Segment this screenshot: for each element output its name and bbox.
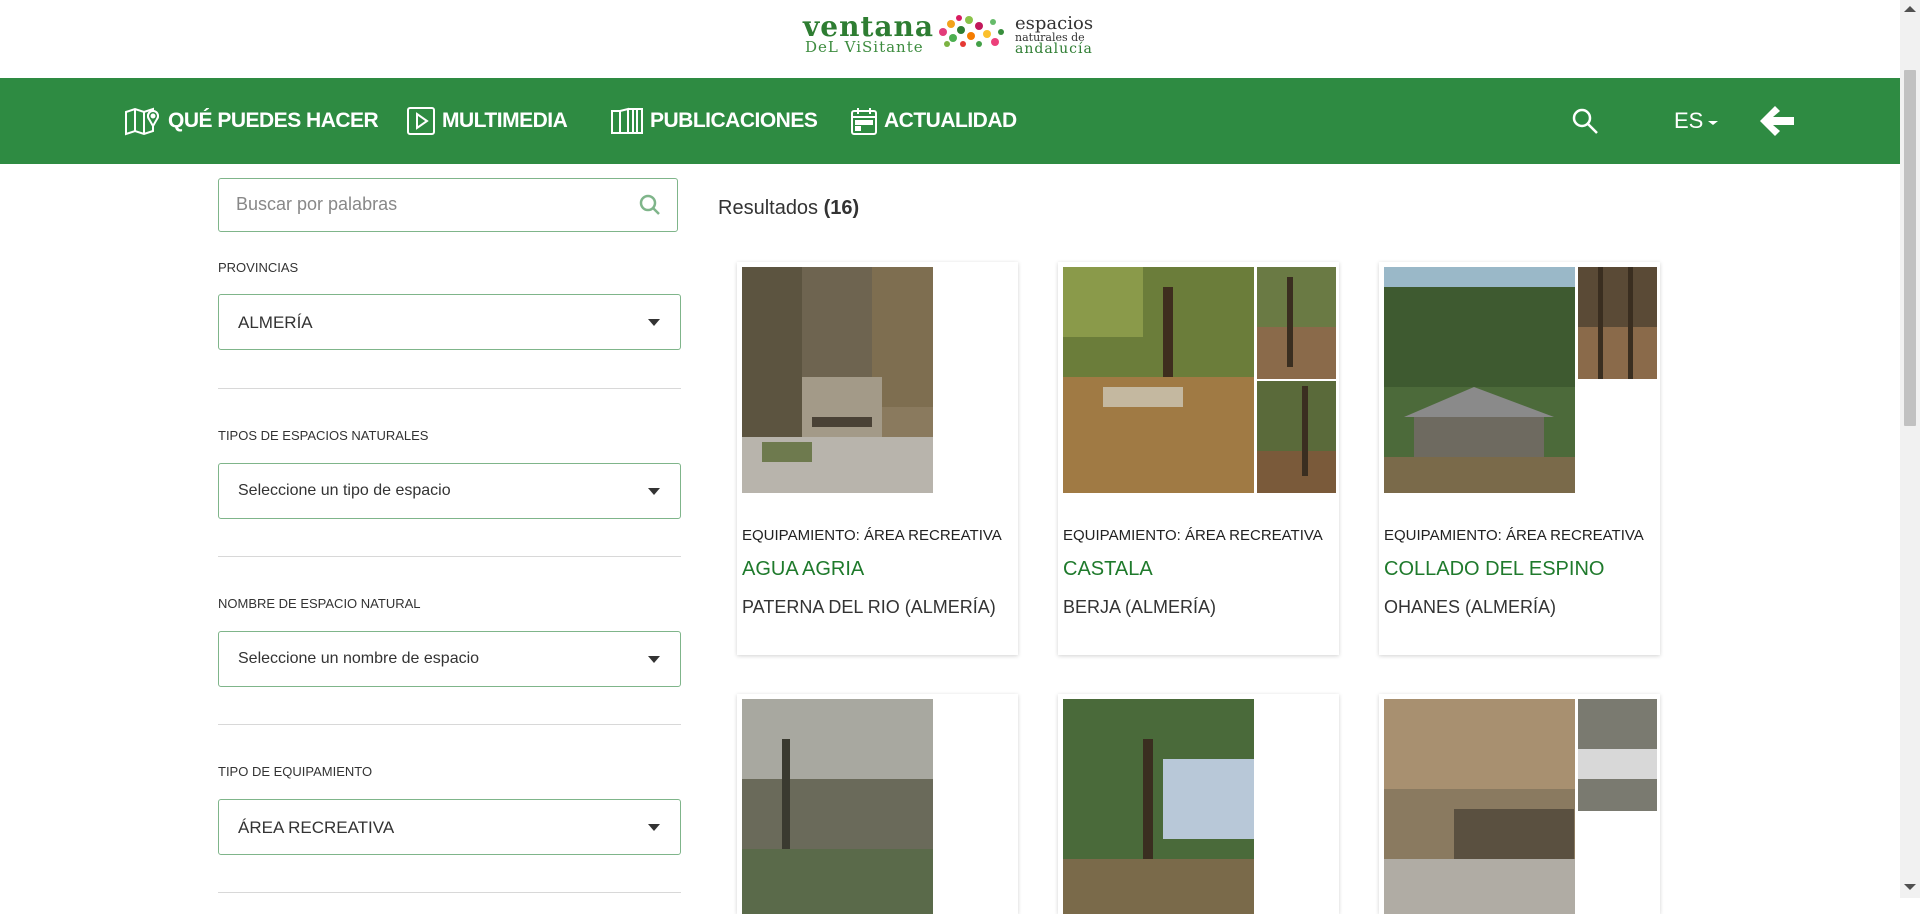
results-number: (16) (823, 197, 860, 219)
nav-item-actualidad[interactable]: ACTUALIDAD (850, 78, 1017, 164)
equipment-type-select[interactable]: ÁREA RECREATIVA (218, 799, 681, 855)
result-card[interactable] (1058, 694, 1339, 914)
language-label: ES (1674, 108, 1704, 133)
map-pin-icon (125, 107, 159, 136)
caret-down-icon (648, 656, 660, 663)
card-photo (1063, 699, 1254, 914)
card-category: EQUIPAMIENTO: ÁREA RECREATIVA (1384, 527, 1644, 544)
divider (218, 724, 681, 725)
divider (218, 556, 681, 557)
language-selector[interactable]: ES (1674, 78, 1719, 164)
space-types-value: Seleccione un tipo de espacio (238, 482, 451, 499)
provinces-value: ALMERÍA (238, 313, 313, 332)
card-photo (1063, 267, 1254, 493)
caret-down-icon (648, 319, 660, 326)
equipment-type-value: ÁREA RECREATIVA (238, 818, 395, 837)
result-card-castala[interactable]: EQUIPAMIENTO: ÁREA RECREATIVA CASTALA BE… (1058, 262, 1339, 655)
card-location: BERJA (ALMERÍA) (1063, 597, 1217, 617)
site-logo[interactable]: ventana DeL ViSitante espacios naturales… (803, 10, 1097, 57)
nav-item-multimedia[interactable]: MULTIMEDIA (406, 78, 568, 164)
search-icon[interactable] (639, 194, 661, 216)
nav-item-publicaciones[interactable]: PUBLICACIONES (610, 78, 818, 164)
scroll-up-icon[interactable] (1904, 6, 1916, 12)
logo-text-andalucia: andalucía (1015, 41, 1093, 57)
result-card[interactable] (1379, 694, 1660, 914)
equipment-type-label: TIPO DE EQUIPAMIENTO (218, 764, 373, 779)
card-title[interactable]: AGUA AGRIA (742, 558, 864, 581)
scrollbar-thumb[interactable] (1904, 70, 1916, 426)
book-icon (611, 107, 643, 134)
nav-search-button[interactable] (1571, 78, 1599, 164)
provinces-select[interactable]: ALMERÍA (218, 294, 681, 350)
provinces-label: PROVINCIAS (218, 260, 299, 275)
card-photo (742, 267, 933, 493)
nav-label: QUÉ PUEDES HACER (168, 109, 379, 132)
caret-down-icon (648, 824, 660, 831)
scroll-down-icon[interactable] (1904, 884, 1916, 890)
card-category: EQUIPAMIENTO: ÁREA RECREATIVA (742, 527, 1002, 544)
nav-label: PUBLICACIONES (650, 109, 818, 132)
space-types-label: TIPOS DE ESPACIOS NATURALES (218, 428, 429, 443)
card-photo (1384, 267, 1575, 493)
header-logo-bar: ventana DeL ViSitante espacios naturales… (0, 0, 1900, 78)
main-nav: QUÉ PUEDES HACER MULTIMEDIA PUBLICACIONE… (0, 78, 1900, 164)
calendar-icon (851, 108, 877, 135)
card-thumbnail (1257, 267, 1336, 379)
play-icon (407, 107, 435, 135)
space-name-select[interactable]: Seleccione un nombre de espacio (218, 631, 681, 687)
logo-dots-icon (939, 15, 1004, 47)
chevron-down-icon (1708, 121, 1719, 125)
arrow-left-icon (1760, 106, 1794, 136)
result-card[interactable] (737, 694, 1018, 914)
result-card-agua-agria[interactable]: EQUIPAMIENTO: ÁREA RECREATIVA AGUA AGRIA… (737, 262, 1018, 655)
card-thumbnail (1257, 381, 1336, 493)
card-location: PATERNA DEL RIO (ALMERÍA) (742, 597, 996, 617)
search-field[interactable] (218, 178, 678, 232)
card-title[interactable]: COLLADO DEL ESPINO (1384, 558, 1604, 581)
search-icon (1572, 108, 1598, 134)
space-name-label: NOMBRE DE ESPACIO NATURAL (218, 596, 421, 611)
divider (218, 388, 681, 389)
space-name-value: Seleccione un nombre de espacio (238, 650, 480, 667)
card-thumbnail (1578, 267, 1657, 379)
nav-label: ACTUALIDAD (884, 109, 1017, 132)
back-button[interactable] (1758, 78, 1796, 164)
card-title[interactable]: CASTALA (1063, 558, 1153, 581)
results-count: Resultados (16) (718, 197, 859, 220)
nav-item-que-puedes-hacer[interactable]: QUÉ PUEDES HACER (124, 78, 379, 164)
card-thumbnail (1578, 699, 1657, 811)
card-photo (742, 699, 933, 914)
results-label: Resultados (718, 197, 819, 219)
nav-label: MULTIMEDIA (442, 109, 568, 132)
space-types-select[interactable]: Seleccione un tipo de espacio (218, 463, 681, 519)
logo-text-visitante: DeL ViSitante (805, 38, 924, 56)
card-location: OHANES (ALMERÍA) (1384, 597, 1557, 617)
search-input[interactable] (234, 193, 618, 216)
divider (218, 892, 681, 893)
result-card-collado-del-espino[interactable]: EQUIPAMIENTO: ÁREA RECREATIVA COLLADO DE… (1379, 262, 1660, 655)
card-category: EQUIPAMIENTO: ÁREA RECREATIVA (1063, 527, 1323, 544)
card-photo (1384, 699, 1575, 914)
caret-down-icon (648, 488, 660, 495)
